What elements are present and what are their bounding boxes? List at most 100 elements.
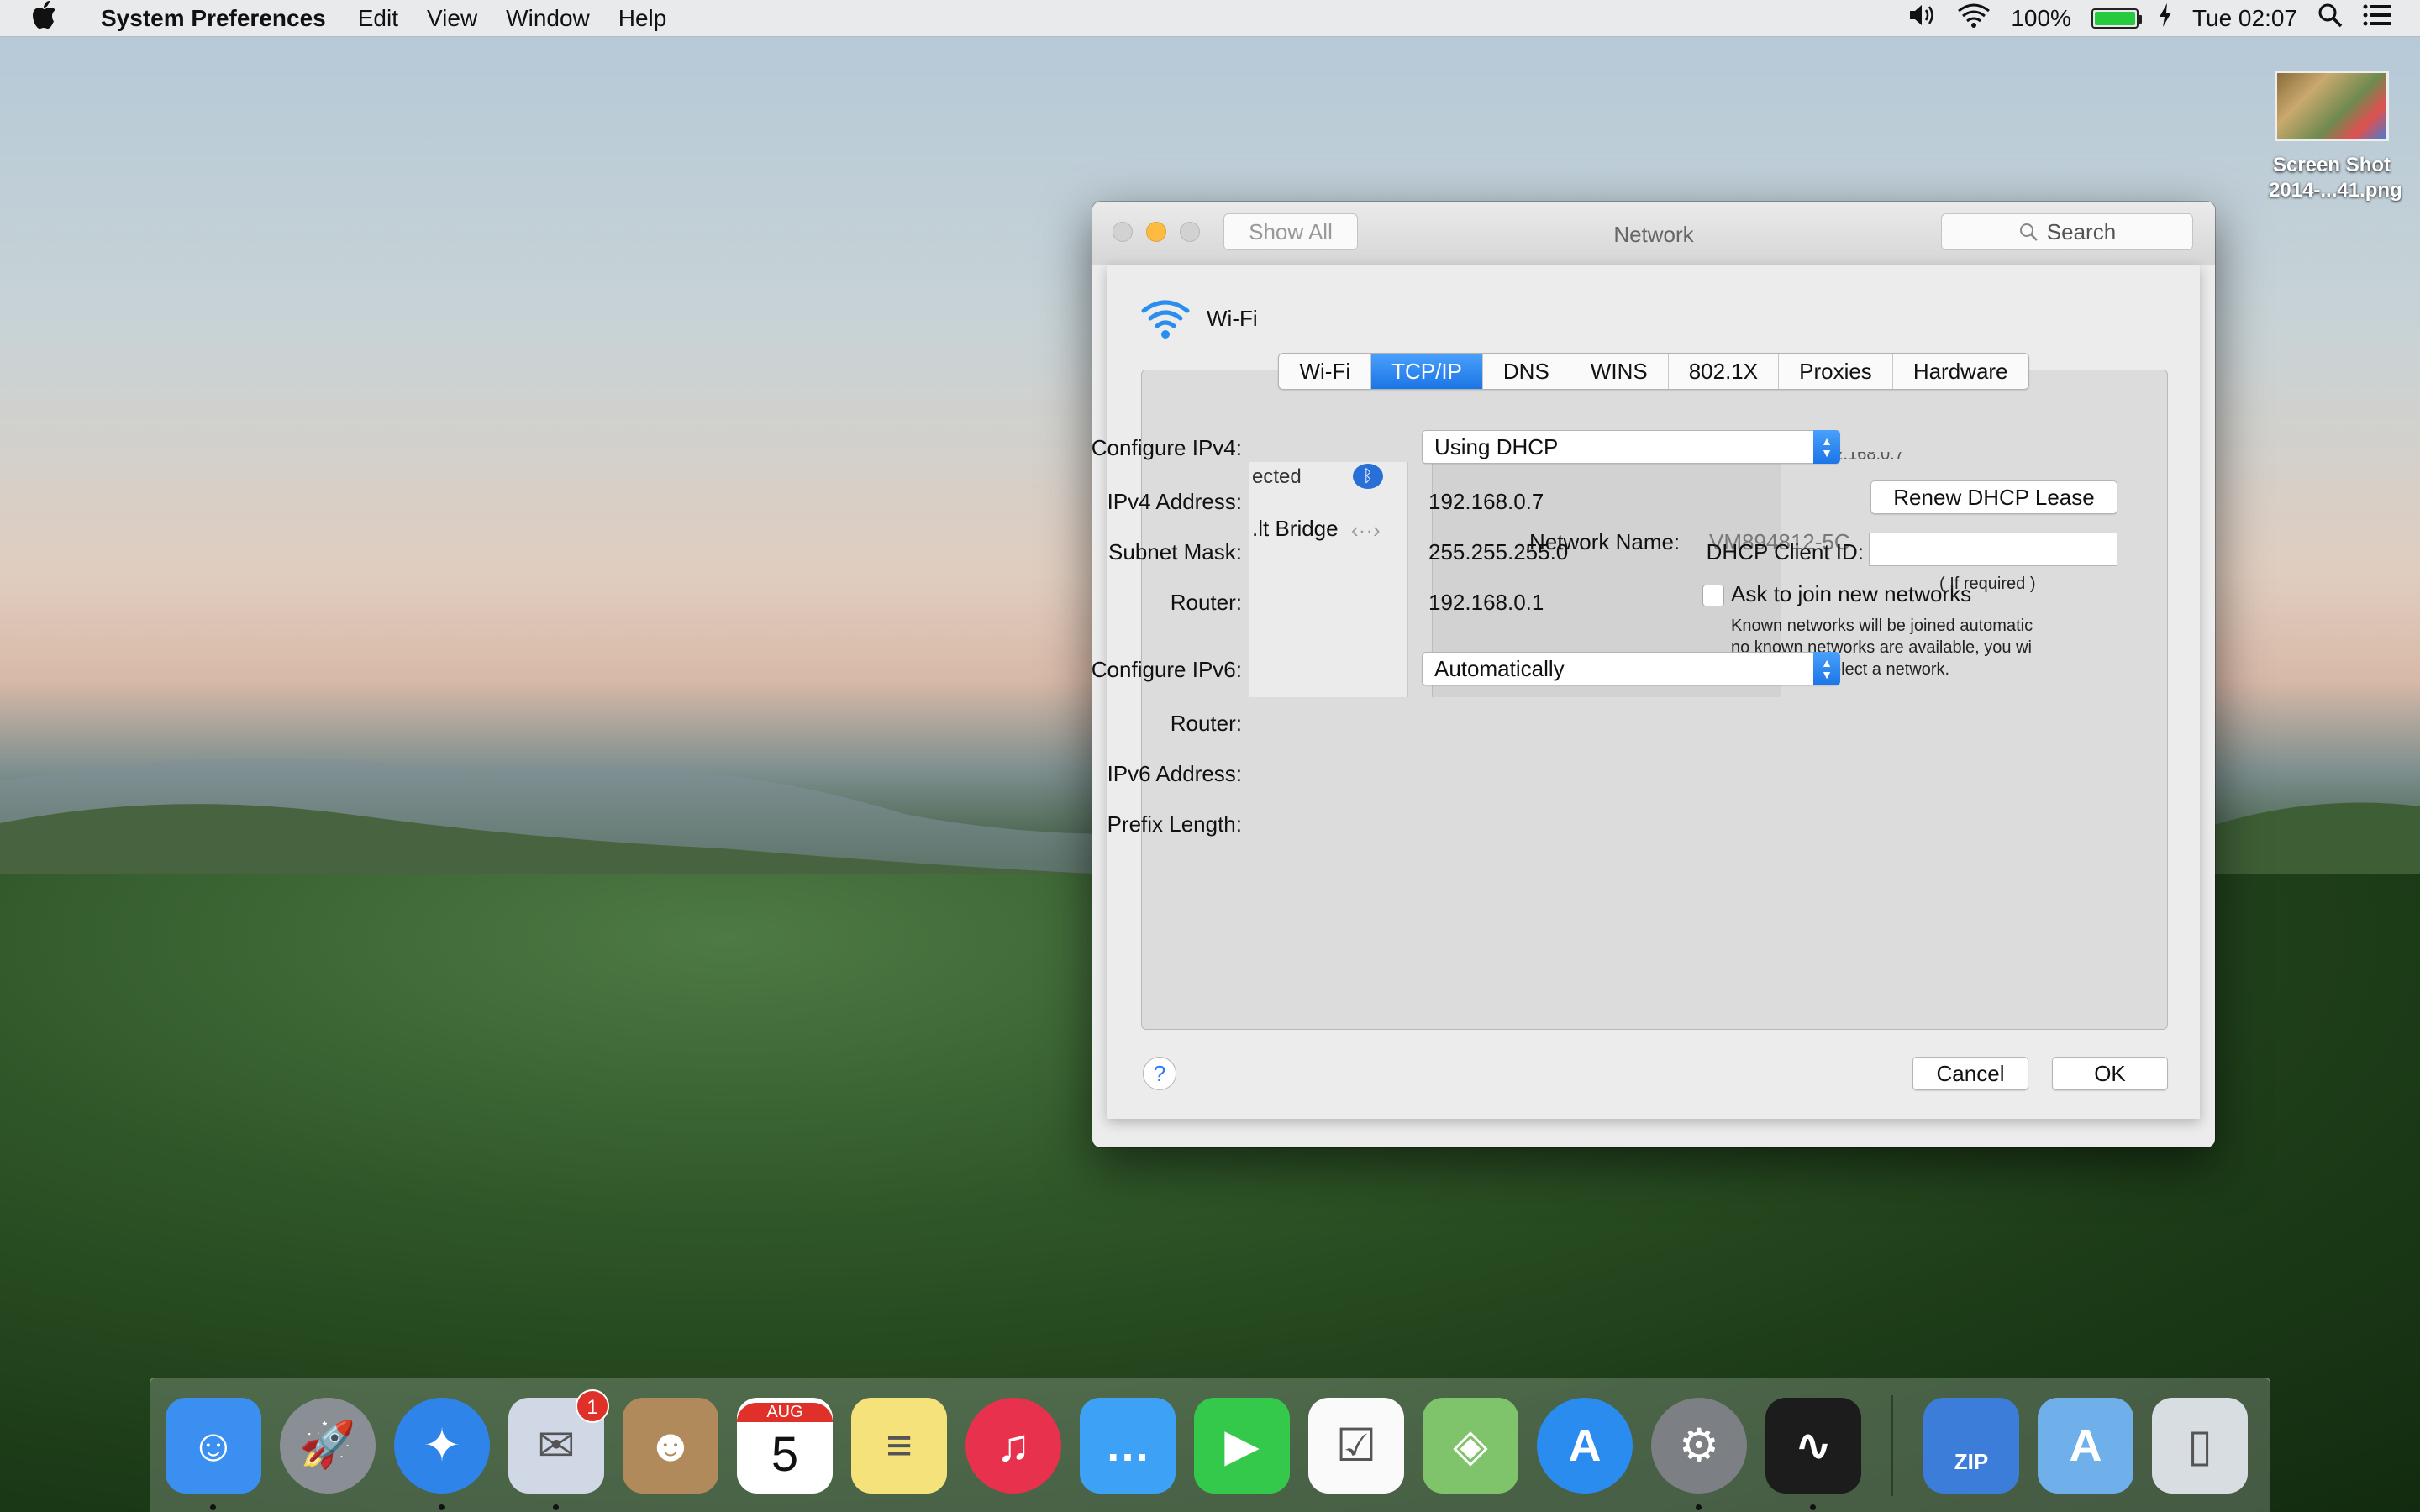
- battery-fill: [2094, 11, 2135, 25]
- menu-window[interactable]: Window: [506, 5, 590, 32]
- running-indicator: [439, 1504, 445, 1510]
- search-icon: [2019, 223, 2038, 241]
- dock: ☺ 🚀 ✦ ✉ 1 ☻ AUG 5 ≡ ♫ … ▶ ☑ ◈ A ⚙ ∿ ZIP A ▯: [150, 1378, 2270, 1512]
- dock-maps-icon[interactable]: ◈: [1423, 1397, 1518, 1494]
- subnet-mask-label: Subnet Mask:: [1108, 539, 1242, 564]
- dock-reminders-icon[interactable]: ☑: [1308, 1397, 1404, 1494]
- dock-trash-icon[interactable]: ▯: [2152, 1397, 2248, 1494]
- dock-notes-icon[interactable]: ≡: [851, 1397, 947, 1494]
- spotlight-icon[interactable]: [2317, 3, 2343, 34]
- menu-edit[interactable]: Edit: [358, 5, 398, 32]
- dhcp-client-id-label: DHCP Client ID:: [1706, 539, 1864, 564]
- configure-ipv4-value: Using DHCP: [1434, 434, 1559, 459]
- ghost-arrows-icon: ‹··›: [1351, 517, 1381, 543]
- dock-contacts-icon[interactable]: ☻: [623, 1397, 718, 1494]
- configure-ipv4-label: Configure IPv4:: [1092, 435, 1242, 460]
- chevron-updown-icon: ▲ ▼: [1813, 430, 1840, 464]
- tab-tcp-ip[interactable]: TCP/IP: [1371, 354, 1483, 389]
- router-label: Router:: [1170, 590, 1242, 615]
- tab-dns[interactable]: DNS: [1483, 354, 1570, 389]
- system-preferences-glyph: ⚙: [1678, 1420, 1720, 1471]
- battery-icon[interactable]: [2091, 8, 2142, 29]
- running-indicator: [210, 1504, 216, 1510]
- notification-center-icon[interactable]: [2363, 4, 2391, 32]
- dock-launchpad-icon[interactable]: 🚀: [280, 1397, 376, 1494]
- menu-view[interactable]: View: [427, 5, 477, 32]
- calendar-day: 5: [771, 1427, 799, 1482]
- dock-separator: [1891, 1394, 1893, 1496]
- tab-802-1x[interactable]: 802.1X: [1669, 354, 1780, 389]
- ok-button[interactable]: OK: [2052, 1057, 2168, 1090]
- tab-bar: Wi-Fi TCP/IP DNS WINS 802.1X Proxies Hardware: [1107, 353, 2200, 390]
- dock-applications-folder-icon[interactable]: A: [2038, 1397, 2133, 1494]
- ghost-known-line3: select a network.: [1823, 660, 1950, 679]
- mail-glyph: ✉: [537, 1420, 576, 1471]
- dock-finder-icon[interactable]: ☺: [166, 1397, 261, 1510]
- file-thumbnail: [2275, 71, 2389, 141]
- ask-join-checkbox[interactable]: [1702, 585, 1724, 606]
- renew-dhcp-button[interactable]: Renew DHCP Lease: [1870, 480, 2118, 514]
- ipv4-address-label: IPv4 Address:: [1107, 489, 1242, 514]
- dock-messages-icon[interactable]: …: [1080, 1397, 1176, 1494]
- apple-menu-icon[interactable]: [32, 0, 66, 36]
- dock-mail-icon[interactable]: ✉ 1: [508, 1389, 609, 1510]
- dock-itunes-icon[interactable]: ♫: [965, 1397, 1061, 1494]
- tab-hardware[interactable]: Hardware: [1893, 354, 2028, 389]
- file-name: Screen Shot 2014-...41.png: [2269, 154, 2402, 202]
- ghost-bridge: .lt Bridge: [1252, 516, 1339, 541]
- window-titlebar[interactable]: Show All Network Search: [1092, 202, 2215, 265]
- tab-wins[interactable]: WINS: [1570, 354, 1669, 389]
- trash-glyph: ▯: [2187, 1420, 2212, 1471]
- menu-help[interactable]: Help: [618, 5, 667, 32]
- itunes-glyph: ♫: [996, 1420, 1031, 1471]
- router6-label: Router:: [1170, 711, 1242, 736]
- battery-percent: 100%: [2011, 4, 2071, 31]
- safari-glyph: ✦: [423, 1420, 461, 1471]
- applications-folder-glyph: A: [2069, 1420, 2102, 1471]
- if-required-hint: ( If required ): [1939, 575, 2036, 593]
- router-value: 192.168.0.1: [1428, 590, 1544, 615]
- charging-bolt-icon: [2159, 3, 2172, 33]
- dhcp-client-id-field[interactable]: [1869, 533, 2118, 566]
- volume-icon[interactable]: [1908, 3, 1937, 33]
- tab-wi-fi[interactable]: Wi-Fi: [1279, 354, 1372, 389]
- dock-activity-monitor-icon[interactable]: ∿: [1765, 1397, 1861, 1510]
- maps-glyph: ◈: [1453, 1420, 1488, 1471]
- desktop-file-screenshot[interactable]: Screen Shot 2014-...41.png: [2269, 71, 2402, 203]
- mail-badge: 1: [576, 1389, 609, 1423]
- clock[interactable]: Tue 02:07: [2192, 5, 2297, 32]
- ghost-known-line1: Known networks will be joined automatic: [1731, 617, 2033, 635]
- ipv4-address-value: 192.168.0.7: [1428, 489, 1544, 514]
- running-indicator: [1810, 1504, 1816, 1510]
- menu-app-name[interactable]: System Preferences: [101, 5, 326, 32]
- cancel-button[interactable]: Cancel: [1912, 1057, 2028, 1090]
- configure-ipv6-popup[interactable]: Automatically ▲ ▼: [1422, 652, 1840, 685]
- ghost-sidebar: [1249, 462, 1408, 697]
- search-field[interactable]: Search: [1941, 213, 2193, 250]
- contacts-glyph: ☻: [646, 1420, 695, 1471]
- dock-app-store-icon[interactable]: A: [1537, 1397, 1633, 1494]
- dock-safari-icon[interactable]: ✦: [394, 1397, 490, 1510]
- zip-label: ZIP: [1954, 1449, 1989, 1474]
- configure-ipv6-label: Configure IPv6:: [1092, 657, 1242, 682]
- help-button[interactable]: ?: [1143, 1057, 1176, 1090]
- subnet-mask-value: 255.255.255.0: [1428, 539, 1569, 564]
- activity-monitor-glyph: ∿: [1794, 1420, 1833, 1471]
- dock-system-preferences-icon[interactable]: ⚙: [1651, 1397, 1747, 1510]
- configure-ipv4-popup[interactable]: Using DHCP ▲ ▼: [1422, 430, 1840, 464]
- prefix-length-label: Prefix Length:: [1107, 811, 1242, 837]
- reminders-glyph: ☑: [1335, 1420, 1377, 1471]
- dock-calendar-icon[interactable]: AUG 5: [737, 1397, 833, 1494]
- wifi-icon[interactable]: [1957, 3, 1991, 34]
- running-indicator: [553, 1504, 559, 1510]
- dock-archive-utility-icon[interactable]: ZIP: [1923, 1397, 2019, 1494]
- running-indicator: [1696, 1504, 1702, 1510]
- calendar-month: AUG: [737, 1403, 833, 1422]
- finder-glyph: ☺: [190, 1420, 237, 1471]
- ghost-bluetooth-icon: ᛒ: [1353, 464, 1383, 489]
- ghost-ask-join: Ask to join new networks: [1731, 581, 1972, 606]
- tab-proxies[interactable]: Proxies: [1779, 354, 1893, 389]
- wifi-icon: [1141, 300, 1190, 339]
- dock-facetime-icon[interactable]: ▶: [1194, 1397, 1290, 1494]
- launchpad-glyph: 🚀: [299, 1420, 356, 1470]
